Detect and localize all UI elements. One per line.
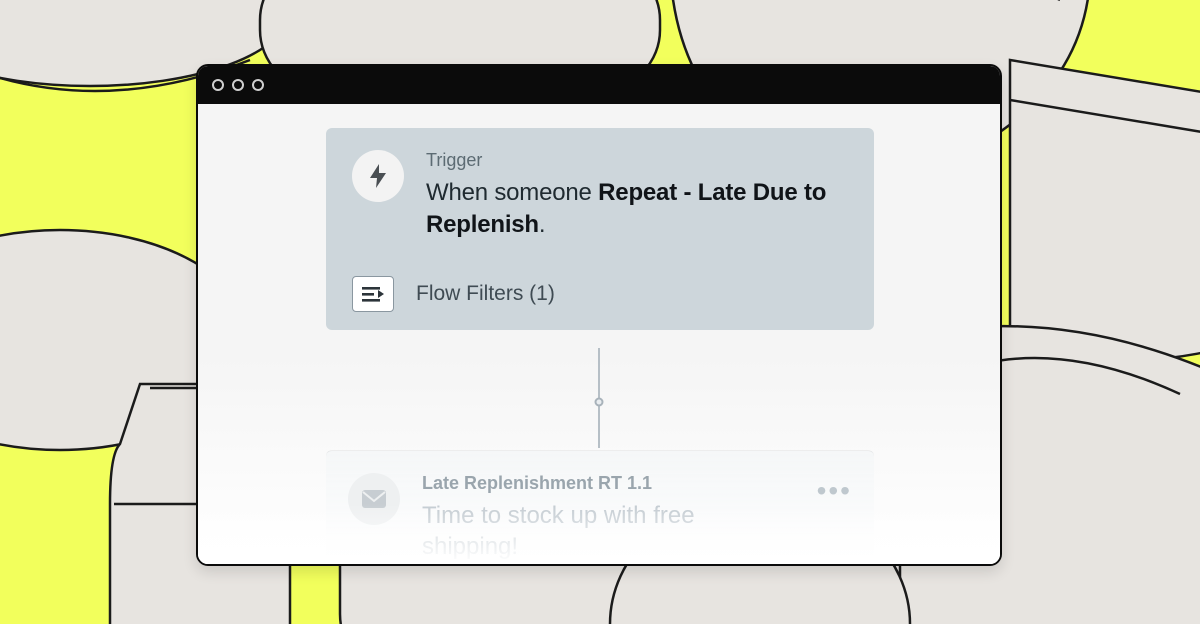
flow-filters-label: Flow Filters (1) <box>416 282 555 306</box>
envelope-icon <box>348 473 400 525</box>
email-step-subject: Time to stock up with free shipping! <box>422 500 795 562</box>
trigger-suffix: . <box>539 211 545 238</box>
stage: Trigger When someone Repeat - Late Due t… <box>0 0 1200 624</box>
email-step-card[interactable]: Late Replenishment RT 1.1 Time to stock … <box>326 450 874 566</box>
trigger-description: When someone Repeat - Late Due to Replen… <box>426 177 848 242</box>
trigger-label: Trigger <box>426 150 848 171</box>
window-titlebar <box>198 66 1000 104</box>
flow-connector-node[interactable] <box>595 398 604 407</box>
browser-window: Trigger When someone Repeat - Late Due t… <box>196 64 1002 566</box>
filter-lines-icon <box>352 276 394 312</box>
trigger-card[interactable]: Trigger When someone Repeat - Late Due t… <box>326 128 874 330</box>
flow-filters-row[interactable]: Flow Filters (1) <box>326 262 874 330</box>
lightning-bolt-icon <box>352 150 404 202</box>
window-control-minimize[interactable] <box>232 79 244 91</box>
window-control-close[interactable] <box>212 79 224 91</box>
more-dots-icon[interactable]: ••• <box>817 473 852 507</box>
flow-canvas[interactable]: Trigger When someone Repeat - Late Due t… <box>198 104 1000 564</box>
email-step-title: Late Replenishment RT 1.1 <box>422 473 795 494</box>
trigger-prefix: When someone <box>426 179 598 206</box>
window-control-maximize[interactable] <box>252 79 264 91</box>
trigger-card-header: Trigger When someone Repeat - Late Due t… <box>326 128 874 262</box>
